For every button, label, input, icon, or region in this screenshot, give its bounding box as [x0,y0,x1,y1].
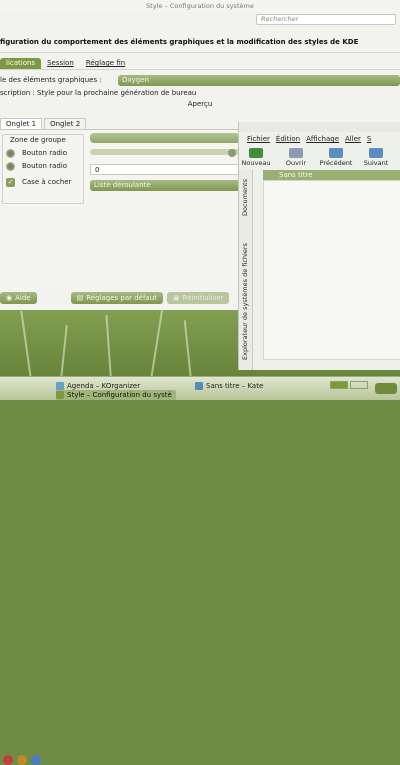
document-tab[interactable]: Sans titre [263,170,400,180]
radio-label-2: Bouton radio [22,162,68,170]
tray-arrow-icon[interactable] [375,383,397,394]
dropdown-list[interactable]: Liste déroulante [90,180,240,191]
arrow-left-icon [329,148,343,158]
task-system-settings[interactable]: Style – Configuration du systè [56,390,176,400]
style-description: scription : Style pour la prochaine géné… [0,89,197,97]
reset-icon: ▣ [172,294,180,302]
side-tab-file-explorer[interactable]: Explorateur de systèmes de fichiers [241,243,249,360]
menu-s[interactable]: S [367,135,371,143]
kate-menubar: Fichier Édition Affichage Aller S [247,135,371,143]
defaults-button[interactable]: ▤ Réglages par défaut [70,292,163,304]
radio-button-1[interactable] [6,149,15,158]
kate-window: Fichier Édition Affichage Aller S Nouvea… [238,122,400,370]
checkbox-label: Case à cocher [22,178,72,186]
pager-desktop-2[interactable] [350,381,368,389]
open-folder-icon [289,148,303,158]
group-title: Zone de groupe [10,136,66,144]
help-icon: ◉ [6,294,13,302]
preview-title: Aperçu [187,100,213,108]
kate-titlebar [239,122,400,132]
search-input[interactable]: Rechercher [256,14,396,25]
widget-style-select[interactable]: Oxygen [118,75,400,86]
tab-session[interactable]: Session [41,58,80,69]
reset-button[interactable]: ▣ Réinitialiser [166,292,230,304]
radio-button-2[interactable] [6,162,15,171]
tab-applications[interactable]: lications [0,58,42,69]
back-button[interactable]: Précédent [320,148,352,167]
page-heading: figuration du comportement des éléments … [0,38,359,46]
defaults-icon: ▤ [76,294,84,302]
launcher-icon-1[interactable] [17,755,27,765]
settings-icon [56,391,64,399]
menu-affichage[interactable]: Affichage [306,135,339,143]
text-editor[interactable] [263,180,400,360]
radio-label-1: Bouton radio [22,149,68,157]
side-tabs: Documents Explorateur de systèmes de fic… [239,170,253,370]
checkbox[interactable]: ✓ [6,178,15,187]
new-button[interactable]: Nouveau [241,148,271,167]
taskbar: Agenda – KOrganizer Sans titre – Kate St… [0,376,400,765]
button-bar: ◉ Aide ▤ Réglages par défaut ▣ Réinitialise… [0,292,240,306]
new-document-icon [249,148,263,158]
tab-fine-tuning[interactable]: Réglage fin [80,58,131,69]
slider-handle[interactable] [228,149,236,157]
task-kate[interactable]: Sans titre – Kate [195,381,263,391]
launcher-icon-2[interactable] [31,755,41,765]
kate-icon [195,382,203,390]
open-button[interactable]: Ouvrir [281,148,311,167]
forward-button[interactable]: Suivant [361,148,391,167]
help-button[interactable]: ◉ Aide [0,292,37,304]
kde-menu-icon[interactable] [3,755,13,765]
slider-track[interactable] [90,149,240,155]
organizer-icon [56,382,64,390]
arrow-right-icon [369,148,383,158]
kate-toolbar: Nouveau Ouvrir Précédent Suivant [241,148,391,167]
spin-box[interactable]: 0 [90,164,240,175]
window-title: Style – Configuration du système [0,0,400,12]
pager-desktop-1[interactable] [330,381,348,389]
menu-aller[interactable]: Aller [345,135,361,143]
menu-fichier[interactable]: Fichier [247,135,270,143]
side-tab-documents[interactable]: Documents [241,179,249,216]
menu-edition[interactable]: Édition [276,135,300,143]
main-tabs: lications Session Réglage fin [0,58,131,69]
progress-bar [90,133,240,143]
widget-style-label: le des éléments graphiques : [0,76,102,84]
